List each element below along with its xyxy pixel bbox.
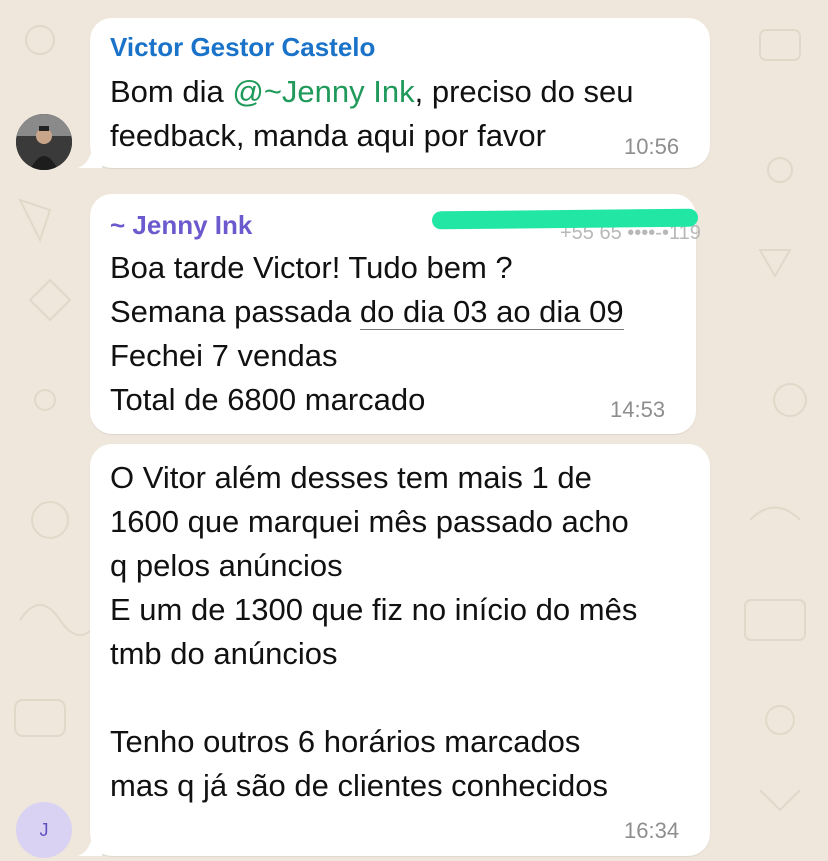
bubble-tail [78,144,102,168]
date-link[interactable]: do dia 03 ao dia 09 [359,294,624,330]
avatar[interactable] [16,114,72,170]
bubble-tail [78,832,102,856]
message-time: 14:53 [610,397,666,422]
message-bubble[interactable]: Victor Gestor Castelo Bom dia @~Jenny In… [78,18,710,168]
sender-name[interactable]: Victor Gestor Castelo [110,32,375,63]
message-text: O Vitor além desses tem mais 1 de 1600 q… [110,460,638,803]
message-line: Fechei 7 vendas [110,338,338,373]
message-line: Total de 6800 marcado [110,382,426,417]
message-time: 10:56 [624,134,680,159]
message-line-prefix: Semana passada [110,294,360,329]
message-text-prefix: Bom dia [110,74,233,109]
message-time: 16:34 [624,818,680,843]
message-text: Boa tarde Victor! Tudo bem ? Semana pass… [110,246,624,422]
message-bubble[interactable]: O Vitor além desses tem mais 1 de 1600 q… [78,444,710,856]
avatar[interactable]: J [16,802,72,858]
mention[interactable]: @~Jenny Ink [232,74,414,109]
message-line: Boa tarde Victor! Tudo bem ? [110,250,513,285]
sender-name[interactable]: ~ Jenny Ink [110,210,252,241]
redaction-scribble [431,208,699,230]
user-photo-avatar-icon [16,114,72,170]
message-text: Bom dia @~Jenny Ink, preciso do seu feed… [110,70,633,158]
